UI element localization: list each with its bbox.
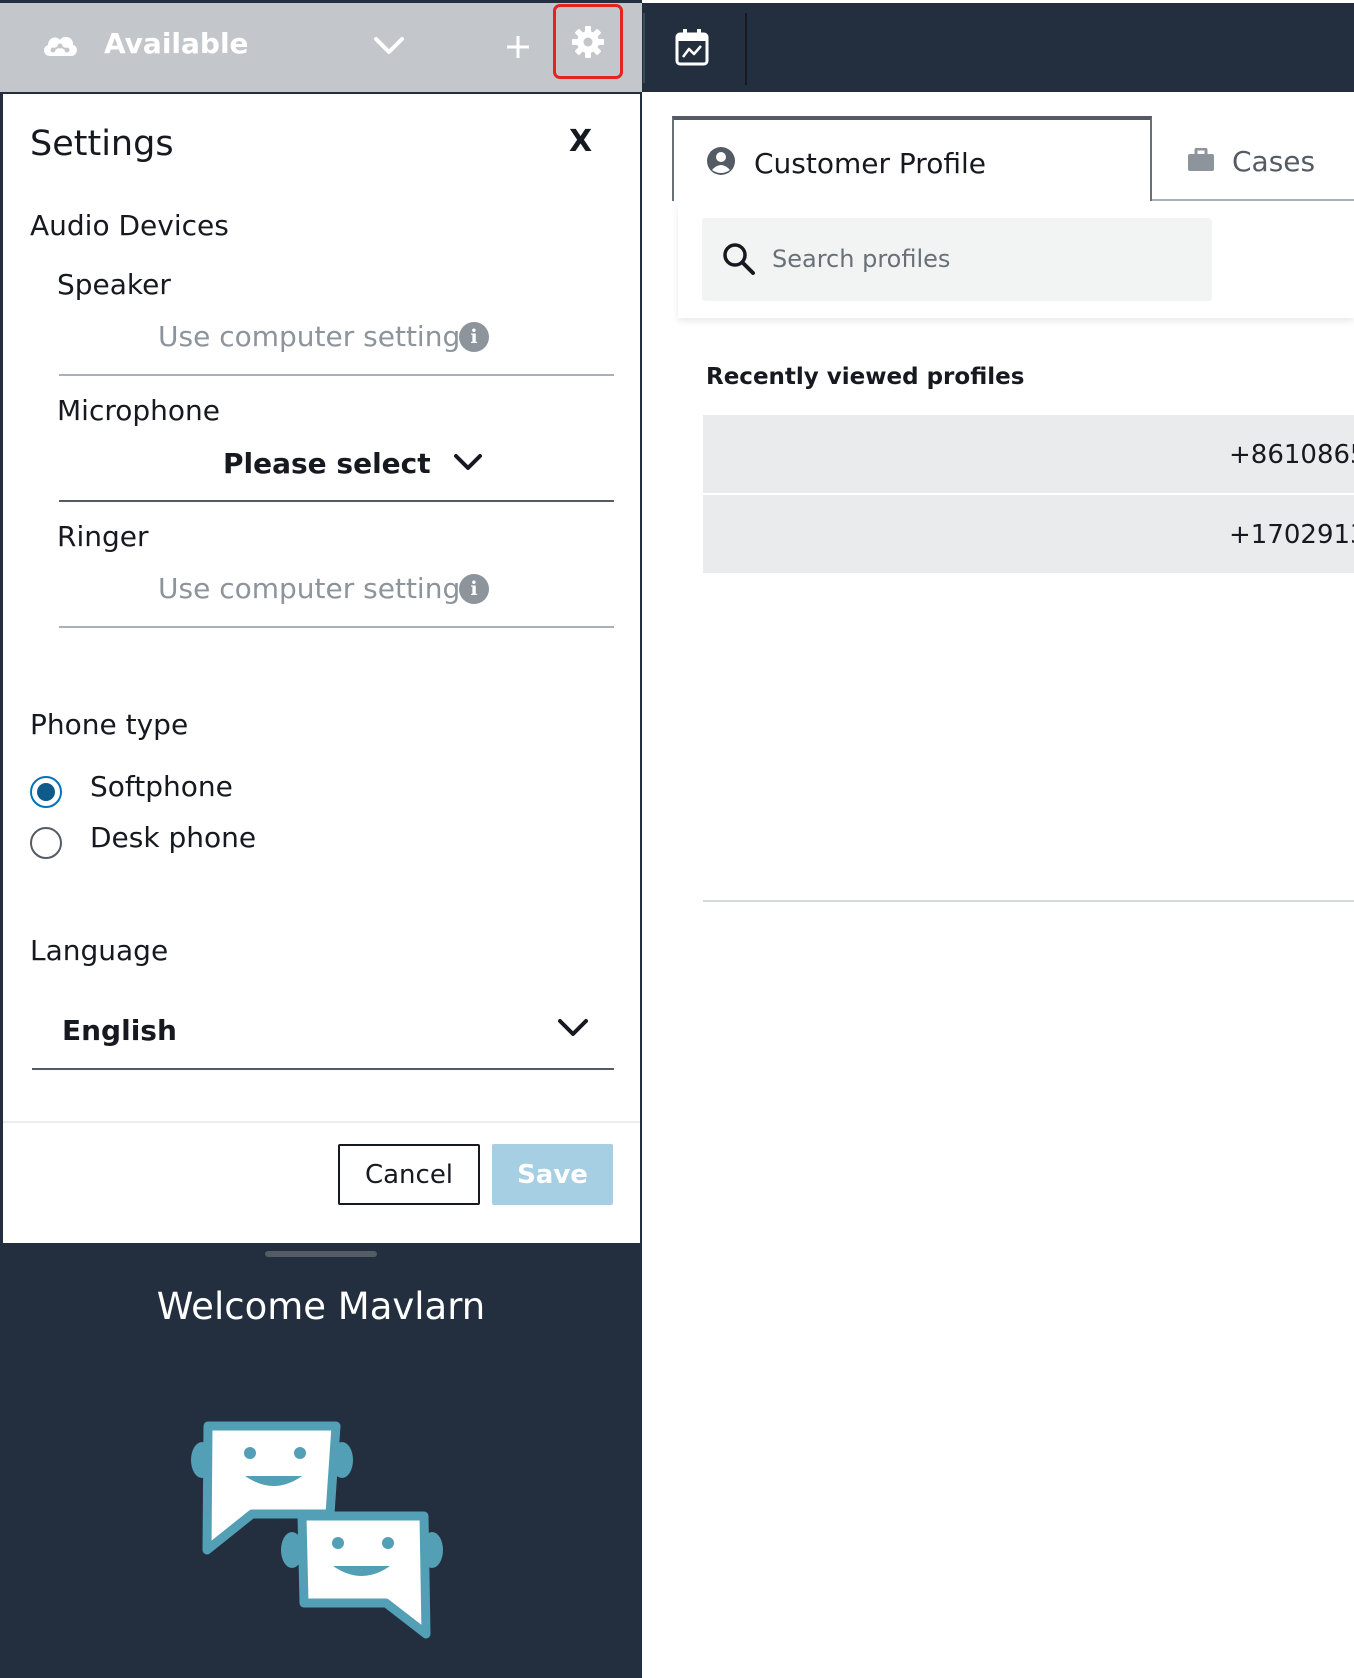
calendar-chart-icon[interactable] bbox=[674, 27, 710, 67]
ccp-panel: Available Settings X Audio Devices Speak… bbox=[0, 0, 642, 1678]
desk-phone-label[interactable]: Desk phone bbox=[90, 821, 256, 854]
settings-title: Settings bbox=[30, 124, 174, 164]
app-toolbar bbox=[642, 3, 1354, 92]
chevron-down-icon bbox=[558, 1019, 588, 1036]
audio-devices-heading: Audio Devices bbox=[30, 209, 229, 242]
desk-phone-radio[interactable] bbox=[30, 827, 62, 859]
user-circle-icon bbox=[707, 147, 735, 175]
recently-viewed-heading: Recently viewed profiles bbox=[706, 364, 1025, 390]
microphone-divider bbox=[59, 500, 614, 502]
footer-divider bbox=[3, 1121, 640, 1123]
chevron-down-icon[interactable] bbox=[368, 25, 410, 67]
close-settings-button[interactable]: X bbox=[569, 124, 592, 159]
welcome-message: Welcome Mavlarn bbox=[156, 1285, 486, 1328]
cancel-button[interactable]: Cancel bbox=[338, 1144, 480, 1205]
agent-status-label[interactable]: Available bbox=[104, 27, 249, 60]
microphone-select-value: Please select bbox=[223, 446, 431, 480]
chevron-down-icon bbox=[453, 454, 482, 470]
search-icon bbox=[723, 243, 755, 275]
recent-profile-row[interactable]: +8610865 bbox=[703, 415, 1354, 493]
tab-cases-label: Cases bbox=[1232, 145, 1316, 178]
settings-gear-button[interactable] bbox=[553, 4, 623, 79]
microphone-label: Microphone bbox=[57, 394, 220, 427]
profile-phone-number: +8610865 bbox=[1229, 440, 1354, 470]
save-button[interactable]: Save bbox=[492, 1144, 613, 1205]
chat-bubbles-icon bbox=[191, 1421, 443, 1639]
settings-panel: Settings X Audio Devices Speaker Use com… bbox=[3, 94, 640, 1243]
add-icon[interactable] bbox=[496, 25, 540, 69]
recent-list-divider bbox=[703, 900, 1354, 902]
language-select-value: English bbox=[62, 1014, 177, 1047]
search-box[interactable] bbox=[702, 218, 1212, 301]
phone-type-heading: Phone type bbox=[30, 708, 189, 741]
gear-icon bbox=[572, 25, 604, 58]
ringer-label: Ringer bbox=[57, 520, 149, 553]
speaker-info-icon[interactable]: i bbox=[459, 322, 489, 352]
language-heading: Language bbox=[30, 934, 169, 967]
speaker-divider bbox=[59, 374, 614, 376]
recent-profile-row[interactable]: +1702913 bbox=[703, 495, 1354, 573]
cloud-status-icon bbox=[38, 25, 82, 69]
toolbar-divider bbox=[745, 13, 747, 85]
tab-customer-profile[interactable]: Customer Profile bbox=[672, 116, 1152, 201]
briefcase-icon bbox=[1188, 148, 1214, 171]
tab-cases[interactable]: Cases bbox=[1152, 116, 1354, 201]
speaker-value: Use computer settings bbox=[158, 320, 475, 353]
ringer-divider bbox=[59, 626, 614, 628]
tab-customer-profile-label: Customer Profile bbox=[754, 147, 986, 180]
ringer-value: Use computer settings bbox=[158, 572, 475, 605]
resize-handle[interactable] bbox=[265, 1251, 377, 1257]
microphone-select[interactable]: Please select bbox=[223, 444, 483, 482]
softphone-radio[interactable] bbox=[30, 776, 62, 808]
speaker-label: Speaker bbox=[57, 268, 171, 301]
search-card bbox=[678, 201, 1354, 318]
softphone-label[interactable]: Softphone bbox=[90, 770, 233, 803]
profile-phone-number: +1702913 bbox=[1229, 520, 1354, 550]
search-profiles-input[interactable] bbox=[772, 236, 1192, 282]
status-bar: Available bbox=[0, 3, 642, 92]
ringer-info-icon[interactable]: i bbox=[459, 574, 489, 604]
language-select[interactable]: English bbox=[32, 1004, 614, 1070]
